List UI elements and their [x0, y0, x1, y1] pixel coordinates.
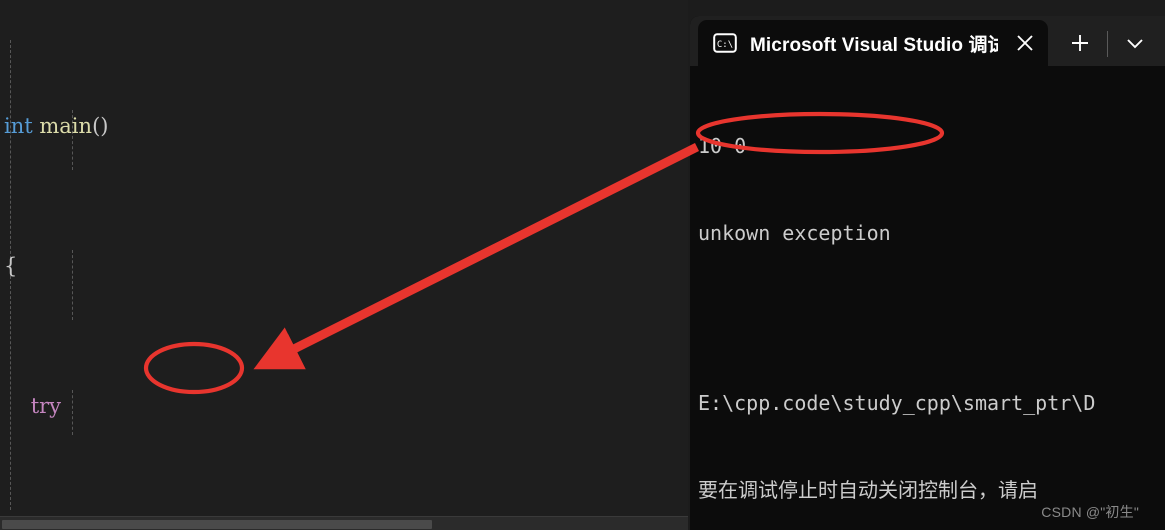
toolbar-divider	[1107, 31, 1108, 57]
screenshot-root: int main() { try { Func(); } catch (char…	[0, 0, 1165, 530]
chevron-down-icon[interactable]	[1117, 25, 1153, 61]
svg-text:C:\: C:\	[717, 40, 733, 50]
code-line: try	[0, 389, 688, 424]
console-tab-title: Microsoft Visual Studio 调试控	[750, 34, 998, 56]
watermark: CSDN @"初生"	[1041, 504, 1139, 520]
editor-horizontal-scrollbar[interactable]	[0, 516, 688, 530]
console-line: 10 0	[698, 134, 747, 158]
console-line: 要在调试停止时自动关闭控制台，请启	[698, 478, 1038, 502]
console-icon: C:\	[712, 32, 738, 54]
code-line: int main()	[0, 109, 688, 144]
token-main: main	[39, 114, 93, 138]
token-int: int	[4, 114, 33, 138]
code-content[interactable]: int main() { try { Func(); } catch (char…	[0, 0, 688, 516]
console-titlebar[interactable]: C:\ Microsoft Visual Studio 调试控	[690, 16, 1165, 66]
close-icon[interactable]	[1008, 26, 1042, 60]
console-line-path: E:\cpp.code\study_cpp\smart_ptr\D	[698, 391, 1096, 415]
token-try: try	[30, 394, 62, 418]
token-paren-close: )	[100, 114, 109, 138]
new-tab-icon[interactable]	[1062, 25, 1098, 61]
token-brace-open: {	[4, 254, 18, 278]
code-line: {	[0, 249, 688, 284]
code-editor-pane[interactable]: int main() { try { Func(); } catch (char…	[0, 0, 688, 530]
console-tab[interactable]: C:\ Microsoft Visual Studio 调试控	[698, 20, 1048, 66]
console-output[interactable]: 10 0 unkown exception E:\cpp.code\study_…	[690, 66, 1165, 530]
console-line-highlighted: unkown exception	[698, 221, 891, 245]
console-window[interactable]: C:\ Microsoft Visual Studio 调试控	[690, 16, 1165, 530]
scrollbar-thumb[interactable]	[2, 520, 432, 529]
